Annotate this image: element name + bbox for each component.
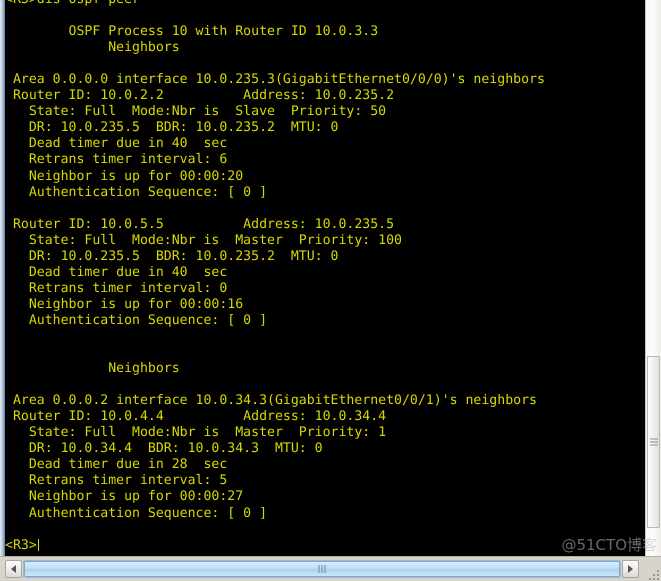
scrollbar-grip-icon: [318, 565, 326, 573]
terminal-line: Dead timer due in 40 sec: [5, 264, 228, 280]
terminal-line: Neighbor is up for 00:00:27: [5, 489, 244, 505]
scroll-right-button[interactable]: [622, 560, 639, 578]
terminal-output-area[interactable]: <R3>dis ospf peer OSPF Process 10 with R…: [5, 0, 645, 556]
scrollbar-grip-icon: [649, 438, 658, 446]
terminal-line: DR: 10.0.235.5 BDR: 10.0.235.2 MTU: 0: [5, 120, 339, 136]
terminal-line: Authentication Sequence: [ 0 ]: [5, 505, 268, 521]
terminal-window: <R3>dis ospf peer OSPF Process 10 with R…: [0, 0, 661, 581]
window-resize-grip[interactable]: [645, 566, 659, 580]
scroll-left-button[interactable]: [5, 560, 22, 578]
terminal-line: Neighbors: [5, 361, 180, 377]
terminal-line: Neighbor is up for 00:00:16: [5, 296, 244, 312]
horizontal-scrollbar-track[interactable]: [23, 560, 621, 578]
vertical-scrollbar-thumb[interactable]: [647, 356, 660, 528]
terminal-line: Retrans timer interval: 0: [5, 280, 228, 296]
terminal-line: Router ID: 10.0.5.5 Address: 10.0.235.5: [5, 216, 395, 232]
terminal-line: Dead timer due in 28 sec: [5, 457, 228, 473]
terminal-line: Retrans timer interval: 6: [5, 152, 228, 168]
terminal-line: Neighbors: [5, 40, 180, 56]
chevron-right-icon: [628, 565, 633, 573]
terminal-line: State: Full Mode:Nbr is Master Priority:…: [5, 232, 402, 248]
terminal-line: Authentication Sequence: [ 0 ]: [5, 184, 268, 200]
terminal-line: Router ID: 10.0.2.2 Address: 10.0.235.2: [5, 88, 395, 104]
horizontal-scrollbar-thumb[interactable]: [24, 561, 620, 577]
terminal-line: <R3>dis ospf peer: [5, 0, 645, 8]
terminal-line: State: Full Mode:Nbr is Master Priority:…: [5, 425, 387, 441]
terminal-line: Router ID: 10.0.4.4 Address: 10.0.34.4: [5, 409, 387, 425]
terminal-line: Dead timer due in 40 sec: [5, 136, 228, 152]
horizontal-scrollbar[interactable]: [5, 560, 639, 578]
terminal-line: Retrans timer interval: 5: [5, 473, 228, 489]
terminal-line: Authentication Sequence: [ 0 ]: [5, 312, 268, 328]
text-cursor: [37, 538, 39, 551]
terminal-text: <R3>dis ospf peer OSPF Process 10 with R…: [5, 0, 645, 554]
chevron-left-icon: [11, 565, 16, 573]
terminal-line: DR: 10.0.235.5 BDR: 10.0.235.2 MTU: 0: [5, 248, 339, 264]
terminal-line: State: Full Mode:Nbr is Slave Priority: …: [5, 104, 387, 120]
vertical-scrollbar[interactable]: [645, 0, 661, 581]
terminal-line: Area 0.0.0.2 interface 10.0.34.3(Gigabit…: [5, 393, 537, 409]
terminal-line: OSPF Process 10 with Router ID 10.0.3.3: [5, 24, 379, 40]
terminal-line: DR: 10.0.34.4 BDR: 10.0.34.3 MTU: 0: [5, 441, 323, 457]
terminal-line: <R3>: [5, 537, 39, 553]
terminal-line: Neighbor is up for 00:00:20: [5, 168, 244, 184]
bottom-bar: [0, 556, 661, 581]
terminal-line: Area 0.0.0.0 interface 10.0.235.3(Gigabi…: [5, 72, 545, 88]
